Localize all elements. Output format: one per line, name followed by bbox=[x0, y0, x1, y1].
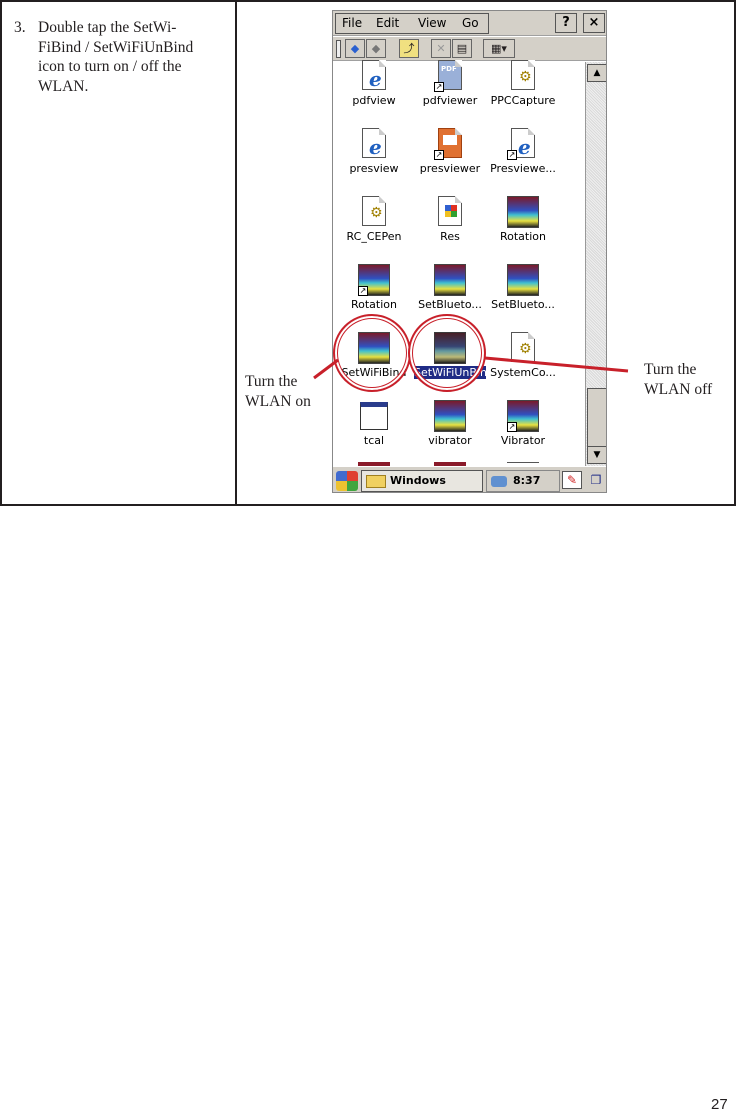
page-number: 27 bbox=[711, 1096, 728, 1113]
callout-wlan-off: Turn the WLAN off bbox=[644, 361, 713, 398]
callout-line-off bbox=[484, 356, 629, 373]
callout-lines bbox=[313, 356, 629, 380]
callout-wlan-on: Turn the WLAN on bbox=[245, 373, 311, 410]
